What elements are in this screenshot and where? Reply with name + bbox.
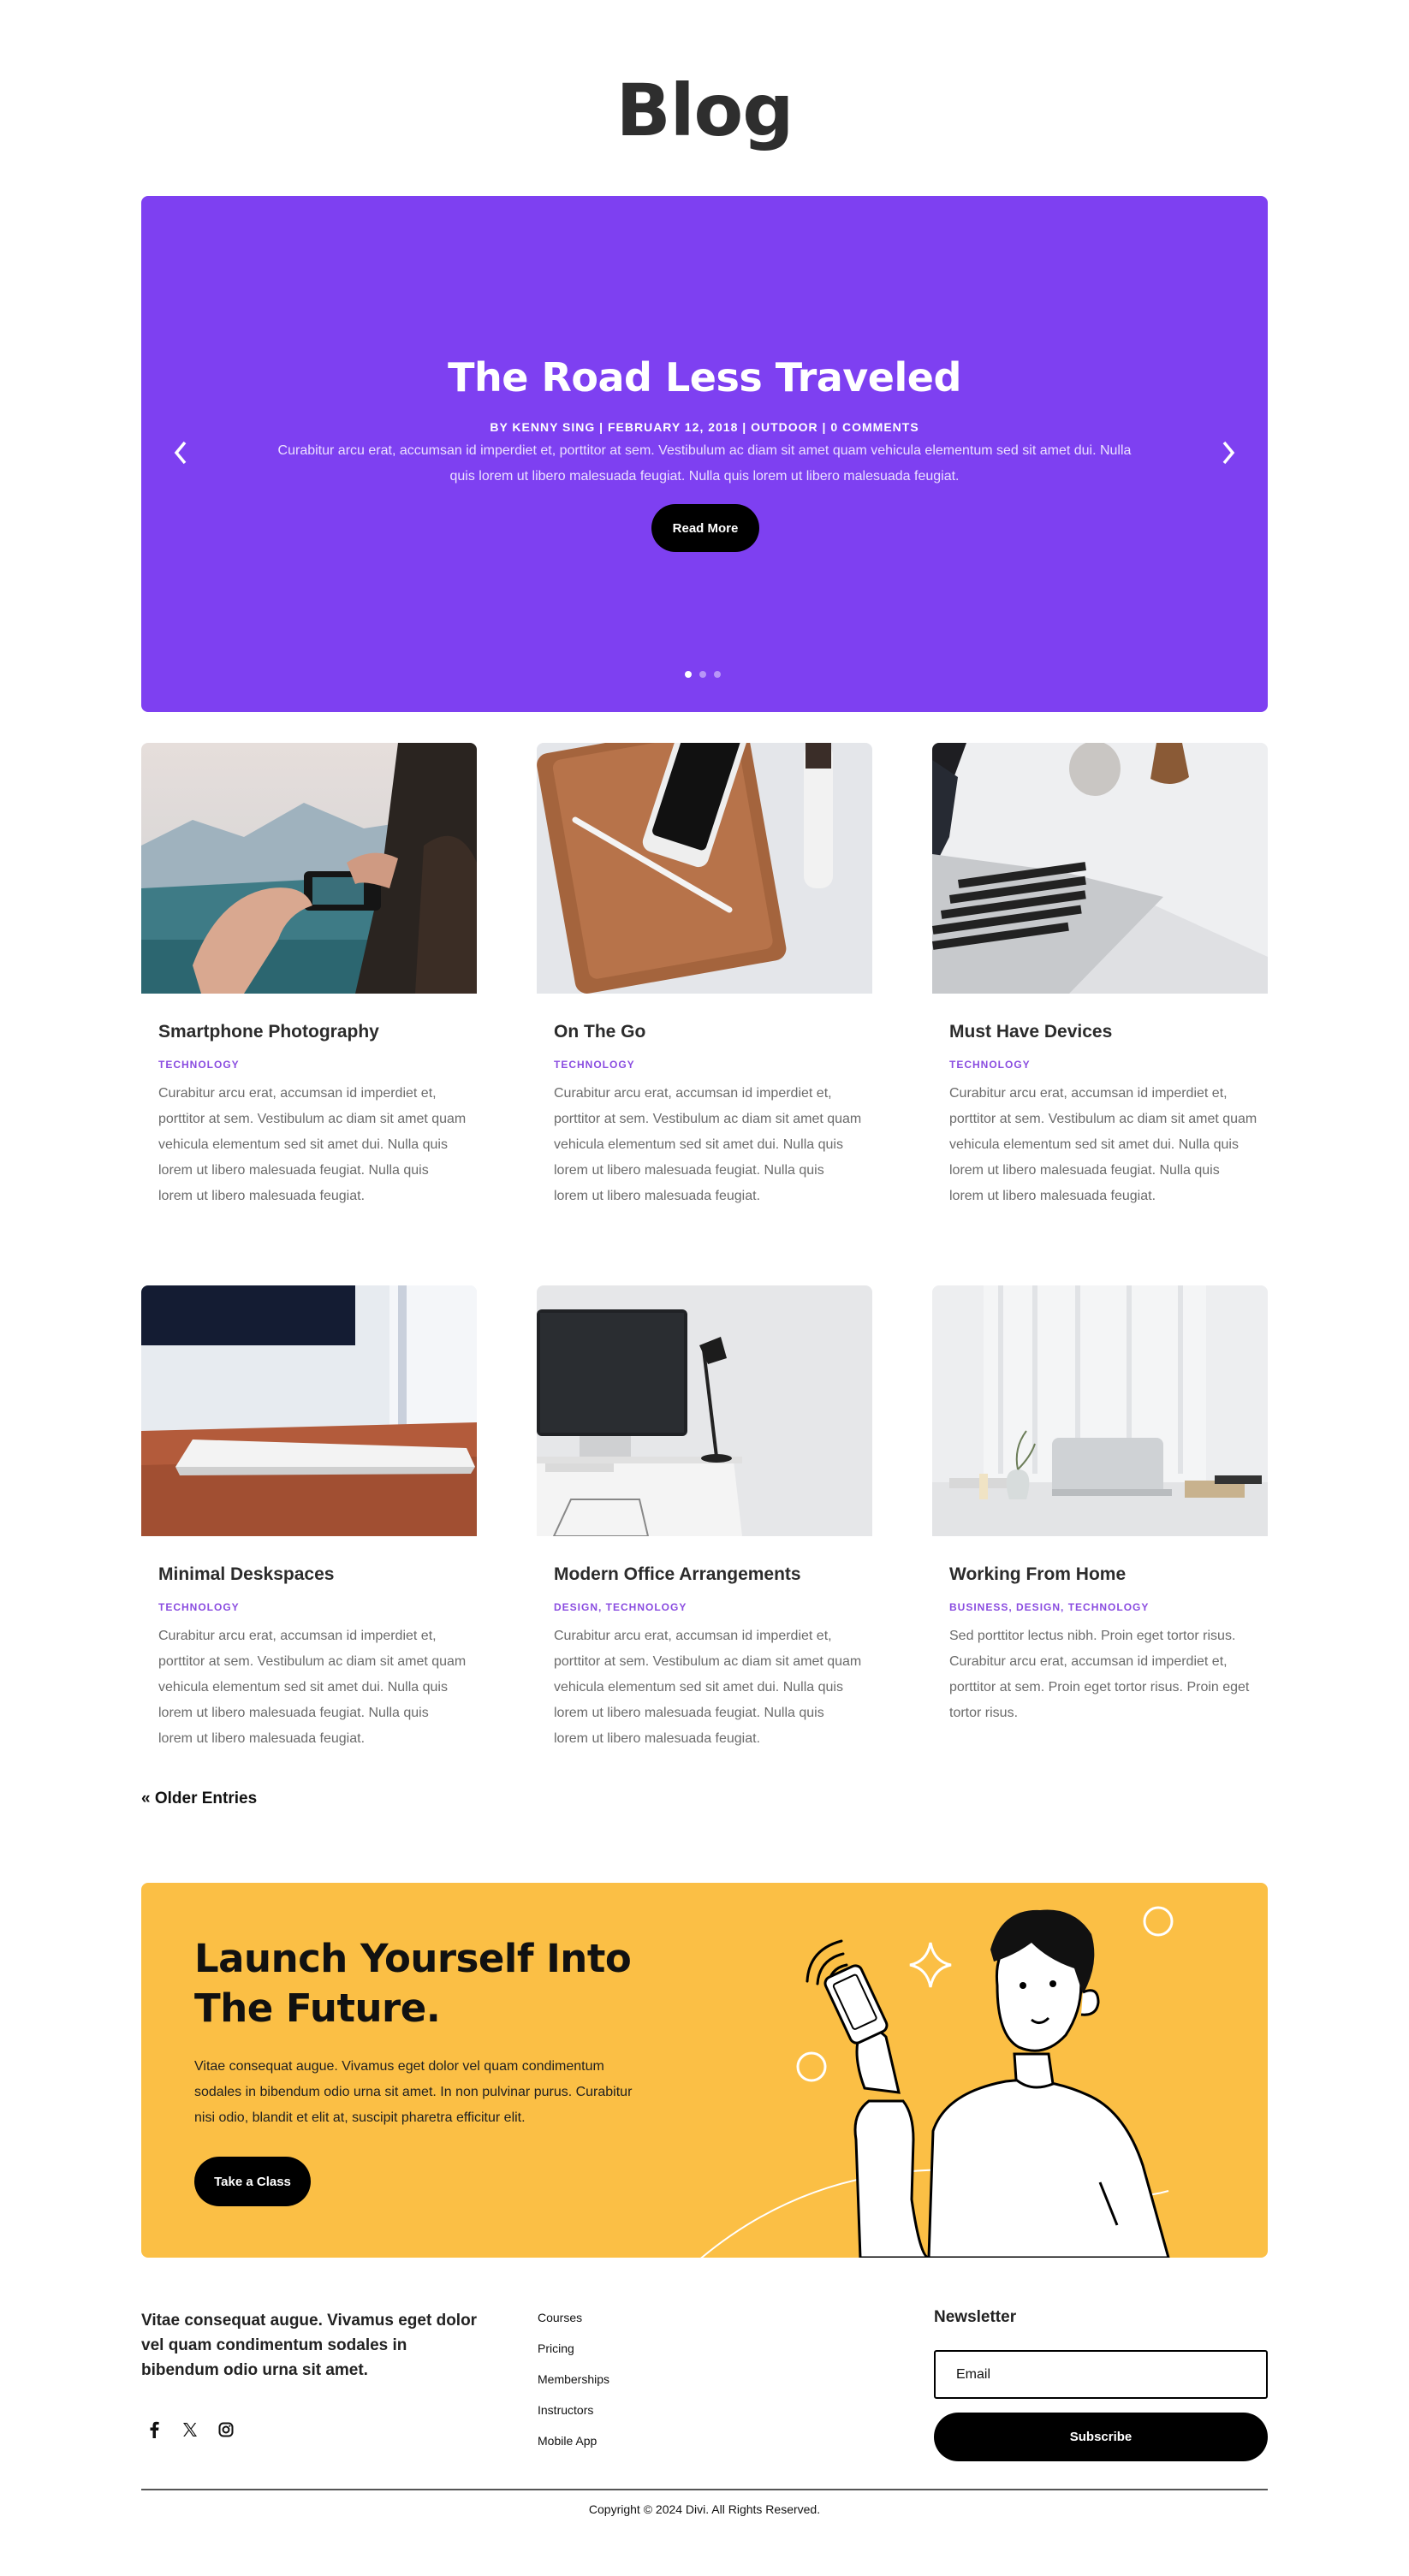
- post-card: Working From Home BUSINESS, DESIGN, TECH…: [932, 1285, 1268, 1773]
- take-a-class-button[interactable]: Take a Class: [194, 2157, 311, 2206]
- newsletter-heading: Newsletter: [934, 2308, 1017, 2326]
- slider-dot[interactable]: [685, 671, 692, 678]
- footer-link-instructors[interactable]: Instructors: [538, 2401, 609, 2432]
- post-thumbnail[interactable]: [537, 1285, 872, 1536]
- slider-dot[interactable]: [699, 671, 706, 678]
- slider-prev-arrow[interactable]: [163, 436, 198, 470]
- post-title[interactable]: Smartphone Photography: [158, 1022, 379, 1042]
- facebook-icon[interactable]: [146, 2421, 163, 2438]
- footer-links: Courses Pricing Memberships Instructors …: [538, 2309, 609, 2463]
- slider-pagination: [685, 671, 721, 678]
- social-links: [146, 2421, 235, 2438]
- post-card: On The Go TECHNOLOGY Curabitur arcu erat…: [537, 743, 872, 1231]
- footer-link-courses[interactable]: Courses: [538, 2309, 609, 2340]
- post-card: Must Have Devices TECHNOLOGY Curabitur a…: [932, 743, 1268, 1231]
- slide-excerpt: Curabitur arcu erat, accumsan id imperdi…: [277, 443, 1132, 484]
- footer-tagline: Vitae consequat augue. Vivamus eget dolo…: [141, 2312, 478, 2379]
- x-icon[interactable]: [181, 2421, 199, 2438]
- read-more-button[interactable]: Read More: [651, 504, 759, 552]
- chevron-right-icon: [1222, 441, 1235, 465]
- footer-divider: [141, 2489, 1268, 2490]
- post-excerpt: Curabitur arcu erat, accumsan id imperdi…: [158, 1086, 467, 1203]
- post-card: Modern Office Arrangements DESIGN, TECHN…: [537, 1285, 872, 1773]
- chevron-left-icon: [174, 441, 187, 465]
- slider-next-arrow[interactable]: [1211, 436, 1246, 470]
- post-thumbnail[interactable]: [932, 743, 1268, 994]
- newsletter-email-input[interactable]: [934, 2350, 1268, 2399]
- copyright-text: Copyright © 2024 Divi. All Rights Reserv…: [588, 2502, 821, 2516]
- post-title[interactable]: On The Go: [554, 1022, 645, 1042]
- post-thumbnail[interactable]: [141, 743, 477, 994]
- page-title: Blog: [615, 68, 794, 152]
- post-excerpt: Curabitur arcu erat, accumsan id imperdi…: [949, 1086, 1257, 1203]
- post-excerpt: Curabitur arcu erat, accumsan id imperdi…: [554, 1629, 862, 1746]
- slider-dot[interactable]: [714, 671, 721, 678]
- cta-text: Vitae consequat augue. Vivamus eget dolo…: [194, 2059, 633, 2125]
- post-title[interactable]: Working From Home: [949, 1564, 1126, 1585]
- post-card: Minimal Deskspaces TECHNOLOGY Curabitur …: [141, 1285, 477, 1773]
- post-thumbnail[interactable]: [141, 1285, 477, 1536]
- post-card: Smartphone Photography TECHNOLOGY Curabi…: [141, 743, 477, 1231]
- post-categories[interactable]: TECHNOLOGY: [158, 1601, 240, 1613]
- cta-title: Launch Yourself Into The Future.: [194, 1936, 632, 2031]
- post-title[interactable]: Must Have Devices: [949, 1022, 1112, 1042]
- post-thumbnail[interactable]: [932, 1285, 1268, 1536]
- post-categories[interactable]: BUSINESS, DESIGN, TECHNOLOGY: [949, 1601, 1149, 1613]
- footer-link-mobile-app[interactable]: Mobile App: [538, 2432, 609, 2463]
- person-with-phone-illustration: [700, 1906, 1174, 2258]
- footer-link-memberships[interactable]: Memberships: [538, 2371, 609, 2401]
- post-categories[interactable]: DESIGN, TECHNOLOGY: [554, 1601, 687, 1613]
- post-categories[interactable]: TECHNOLOGY: [554, 1059, 635, 1071]
- post-title[interactable]: Modern Office Arrangements: [554, 1564, 801, 1585]
- footer-link-pricing[interactable]: Pricing: [538, 2340, 609, 2371]
- post-title[interactable]: Minimal Deskspaces: [158, 1564, 334, 1585]
- older-entries-link[interactable]: « Older Entries: [141, 1790, 257, 1808]
- slide-title[interactable]: The Road Less Traveled: [141, 354, 1268, 401]
- cta-banner: Launch Yourself Into The Future. Vitae c…: [141, 1883, 1268, 2258]
- post-excerpt: Curabitur arcu erat, accumsan id imperdi…: [158, 1629, 467, 1746]
- post-categories[interactable]: TECHNOLOGY: [158, 1059, 240, 1071]
- post-excerpt: Curabitur arcu erat, accumsan id imperdi…: [554, 1086, 862, 1203]
- featured-post-slider: The Road Less Traveled BY KENNY SING | F…: [141, 196, 1268, 712]
- post-thumbnail[interactable]: [537, 743, 872, 994]
- subscribe-button[interactable]: Subscribe: [934, 2413, 1268, 2461]
- slide-meta: BY KENNY SING | FEBRUARY 12, 2018 | OUTD…: [490, 420, 919, 434]
- post-categories[interactable]: TECHNOLOGY: [949, 1059, 1031, 1071]
- post-excerpt: Sed porttitor lectus nibh. Proin eget to…: [949, 1629, 1250, 1720]
- instagram-icon[interactable]: [217, 2421, 235, 2438]
